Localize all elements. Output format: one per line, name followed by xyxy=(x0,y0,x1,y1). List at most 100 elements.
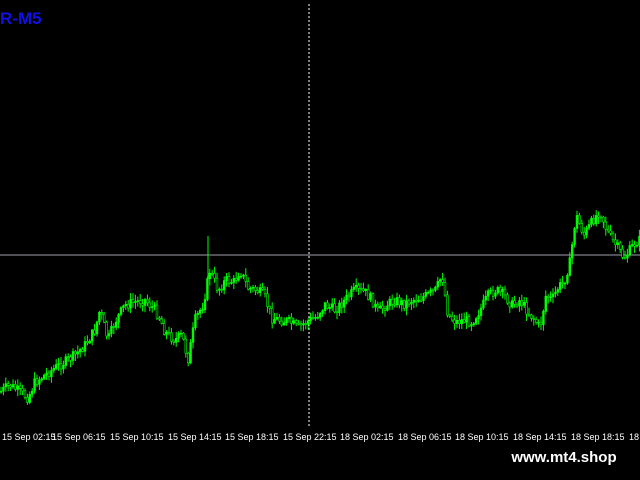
candle xyxy=(237,272,240,282)
candle xyxy=(508,301,511,313)
candle xyxy=(38,376,41,390)
candle xyxy=(187,351,190,367)
candle xyxy=(352,283,355,292)
candle xyxy=(398,294,401,309)
candle xyxy=(11,379,15,389)
candle xyxy=(158,316,161,321)
candle xyxy=(220,284,223,293)
candle xyxy=(160,315,163,325)
candle xyxy=(103,312,106,324)
candle xyxy=(611,231,615,243)
candle xyxy=(227,272,231,288)
candle xyxy=(208,268,211,286)
candle xyxy=(568,252,572,277)
candle xyxy=(4,377,8,392)
candle xyxy=(434,285,437,293)
candle xyxy=(251,284,255,293)
candle xyxy=(371,292,375,309)
candle xyxy=(62,360,65,374)
candle xyxy=(117,313,120,329)
candle xyxy=(515,302,519,309)
candle xyxy=(484,290,487,305)
candle xyxy=(597,211,600,224)
candle xyxy=(88,339,92,345)
candle xyxy=(98,310,101,326)
candle xyxy=(74,349,77,361)
candle xyxy=(119,306,123,317)
candle xyxy=(309,312,312,325)
candle xyxy=(306,318,310,330)
candle xyxy=(285,317,288,326)
chart-window[interactable]: R-M5 15 Sep 02:15 15 Sep 06:15 15 Sep 10:1… xyxy=(0,0,640,452)
candle xyxy=(506,292,509,305)
candle xyxy=(494,290,497,299)
candle xyxy=(486,288,490,301)
candle xyxy=(172,339,175,346)
candle xyxy=(64,353,68,369)
candle xyxy=(292,317,295,325)
candle xyxy=(585,225,588,239)
candle xyxy=(414,294,418,307)
price-chart[interactable] xyxy=(0,0,640,452)
candle xyxy=(122,304,125,313)
candle xyxy=(268,305,271,315)
candle xyxy=(304,320,307,330)
candle xyxy=(436,276,439,291)
candle xyxy=(297,320,300,326)
candle xyxy=(580,219,584,235)
candle xyxy=(453,314,456,330)
candle xyxy=(347,292,351,302)
candle xyxy=(153,301,156,311)
candle xyxy=(71,348,75,365)
time-axis-label: 15 Sep 02:15 xyxy=(2,432,56,442)
candle xyxy=(390,294,394,310)
candle xyxy=(426,290,430,295)
candle xyxy=(422,292,425,304)
candle xyxy=(112,323,116,335)
candle xyxy=(203,293,207,314)
candle xyxy=(191,322,195,349)
candle xyxy=(23,388,27,400)
time-axis-label: 18 xyxy=(629,432,640,442)
candle xyxy=(91,328,94,346)
candle xyxy=(179,329,183,338)
candle xyxy=(359,282,363,294)
candle xyxy=(498,284,502,297)
candle xyxy=(175,331,178,347)
candle xyxy=(170,327,173,345)
candle xyxy=(477,309,480,325)
candle xyxy=(602,215,605,229)
candle xyxy=(230,279,233,285)
candle xyxy=(537,319,540,328)
candle xyxy=(410,298,413,310)
candle xyxy=(354,278,358,292)
candle xyxy=(196,310,199,320)
candle xyxy=(266,287,269,313)
candle xyxy=(254,285,257,296)
candle xyxy=(311,311,315,321)
symbol-timeframe-label: R-M5 xyxy=(0,9,42,28)
candle xyxy=(40,377,44,383)
candle xyxy=(261,282,264,291)
candle xyxy=(366,284,370,301)
candle xyxy=(7,381,10,392)
candle xyxy=(551,288,555,304)
candle xyxy=(400,297,403,312)
candle xyxy=(330,298,334,311)
candle xyxy=(294,318,298,327)
candle xyxy=(16,379,19,397)
candle xyxy=(139,294,142,309)
candle xyxy=(199,307,202,318)
candle xyxy=(561,275,564,289)
candle xyxy=(249,286,252,294)
candle xyxy=(69,354,72,368)
time-axis-label: 15 Sep 22:15 xyxy=(283,432,337,442)
candle xyxy=(105,320,108,340)
candle xyxy=(556,287,560,296)
candle xyxy=(165,330,168,340)
candle xyxy=(0,386,3,394)
candle xyxy=(510,297,514,309)
candle xyxy=(369,291,372,303)
candle xyxy=(50,366,53,383)
candle xyxy=(59,357,63,376)
